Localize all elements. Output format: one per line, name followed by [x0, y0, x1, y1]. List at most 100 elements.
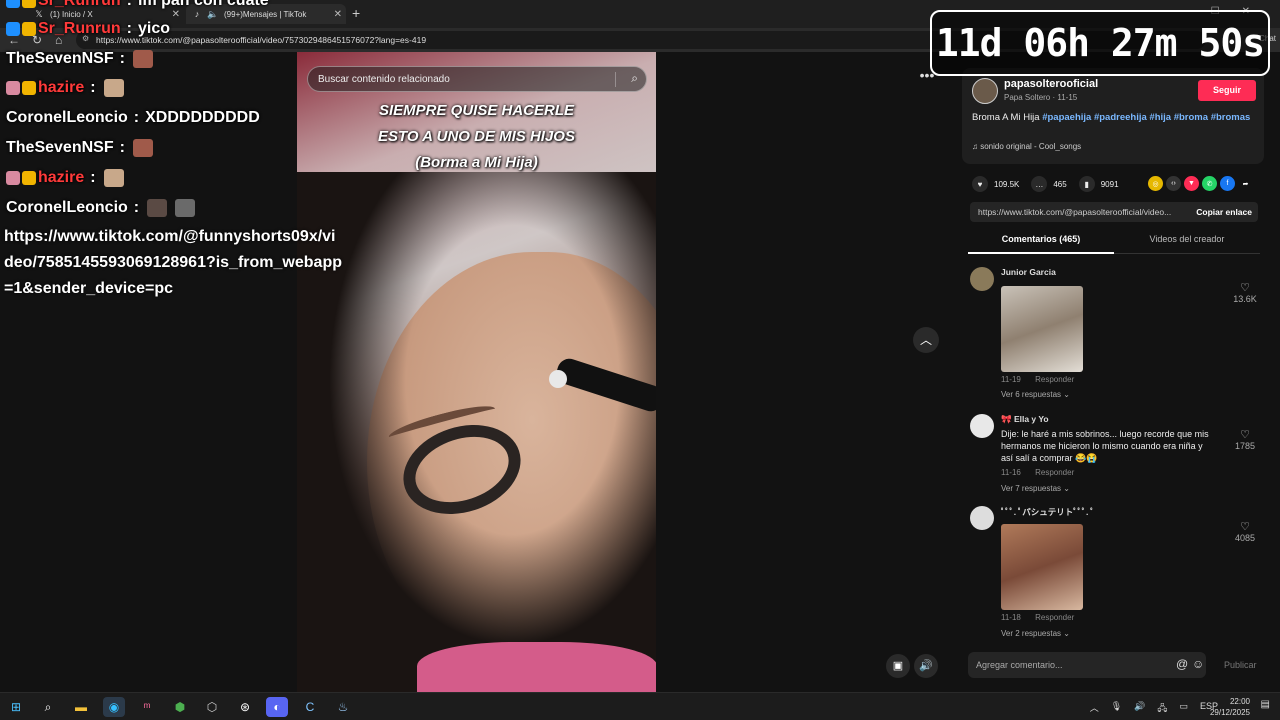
- comment-image[interactable]: [1001, 286, 1083, 372]
- stream-chat-overlay: Sr_Runrun : im pan con cuate Sr_Runrun :…: [0, 0, 342, 300]
- emoji-icon[interactable]: ☺: [1192, 657, 1204, 671]
- search-icon[interactable]: ⌕: [631, 71, 638, 86]
- comment-icon: …: [1031, 176, 1048, 192]
- music-note-icon: ♫: [972, 142, 978, 151]
- heart-icon: ♡: [1240, 521, 1250, 533]
- emote-icon: [175, 199, 196, 217]
- video-caption: SIEMPRE QUISE HACERLE ESTO A UNO DE MIS …: [378, 102, 575, 171]
- tab-creator-videos[interactable]: Videos del creador: [1114, 234, 1260, 244]
- emote-icon: [147, 199, 168, 217]
- mention-icon[interactable]: @: [1176, 657, 1188, 671]
- taskbar: ⊞ ⌕ ▬ ◉ ᵐ ⬢ ⬡ ⊛ ◐ C ♨ ︿ 🎙 🔊 🖧 ▭ ESP 22:0…: [0, 692, 1280, 720]
- app-icon[interactable]: ᵐ: [136, 697, 158, 717]
- search-icon[interactable]: ⌕: [37, 697, 59, 717]
- display-icon[interactable]: ▭: [1179, 701, 1188, 717]
- tab-comments[interactable]: Comentarios (465): [968, 234, 1114, 244]
- comment-author[interactable]: ﾟﾟﾟ. ﾟパシュテリトﾟﾟﾟ. ﾟ: [1001, 506, 1095, 518]
- save-button[interactable]: ▮ 9091: [1078, 176, 1119, 192]
- comment-like[interactable]: ♡ 4085: [1230, 520, 1260, 543]
- network-icon[interactable]: 🖧: [1157, 701, 1167, 717]
- view-replies-button[interactable]: Ver 7 respuestas ⌄: [1001, 484, 1070, 493]
- comment-like[interactable]: ♡ 13.6K: [1230, 281, 1260, 304]
- chevron-up-icon[interactable]: ︿: [1090, 701, 1099, 717]
- share-arrow-icon[interactable]: ➦: [1238, 176, 1253, 191]
- avatar[interactable]: [970, 506, 994, 530]
- microphone-icon[interactable]: 🎙: [1111, 701, 1122, 717]
- video-player[interactable]: Buscar contenido relacionado ⌕ SIEMPRE Q…: [297, 52, 656, 692]
- floating-player-button[interactable]: ▣: [886, 654, 910, 678]
- creator-subtitle: Papa Soltero · 11-15: [1004, 93, 1078, 102]
- reply-button[interactable]: Responder: [1035, 468, 1074, 477]
- emote-icon: [132, 139, 153, 157]
- comment-like[interactable]: ♡ 1785: [1230, 428, 1260, 451]
- related-search-input[interactable]: Buscar contenido relacionado ⌕: [307, 66, 647, 92]
- comment-image[interactable]: [1001, 524, 1083, 610]
- comment-input[interactable]: Agregar comentario... @ ☺: [968, 652, 1206, 678]
- windows-start-icon[interactable]: ⊞: [5, 697, 27, 717]
- engagement-stats: ♥ 109.5K … 465 ▮ 9091: [972, 176, 1131, 192]
- heart-icon: ♡: [1240, 429, 1250, 441]
- badge-icon: [22, 0, 36, 8]
- panel-tabs: Comentarios (465) Videos del creador: [968, 228, 1260, 254]
- view-replies-button[interactable]: Ver 6 respuestas ⌄: [1001, 390, 1070, 399]
- comment-meta: 11-19 Responder: [1001, 375, 1075, 384]
- heart-icon: ♥: [972, 176, 988, 192]
- share-link-text[interactable]: https://www.tiktok.com/@papasolterooffic…: [978, 207, 1178, 217]
- countdown-timer: 11d 06h 27m 50s: [930, 10, 1270, 76]
- view-replies-button[interactable]: Ver 2 respuestas ⌄: [1001, 629, 1070, 638]
- creator-username[interactable]: papasolterooficial: [1004, 78, 1098, 90]
- notification-icon[interactable]: ▤: [1261, 699, 1270, 710]
- discord-icon[interactable]: ◐: [266, 697, 288, 717]
- new-tab-button[interactable]: +: [352, 5, 360, 21]
- comment-item: Junior Garcia 11-19 Responder Ver 6 resp…: [970, 267, 1260, 399]
- browser-icon[interactable]: C: [299, 697, 321, 717]
- share-link-row: https://www.tiktok.com/@papasolterooffic…: [970, 202, 1258, 222]
- like-button[interactable]: ♥ 109.5K: [972, 176, 1019, 192]
- comment-item: 🎀 Ella y Yo Dije: le haré a mis sobrinos…: [970, 414, 1260, 494]
- comment-text: Dije: le haré a mis sobrinos... luego re…: [1001, 429, 1209, 463]
- chat-message: Sr_Runrun : im pan con cuate: [6, 0, 269, 10]
- crown-badge-icon: [22, 81, 36, 95]
- shield-app-icon[interactable]: ⬡: [201, 697, 223, 717]
- avatar[interactable]: [970, 414, 994, 438]
- sound-link[interactable]: ♫ sonido original - Cool_songs: [972, 142, 1081, 151]
- avatar[interactable]: [972, 78, 998, 104]
- whatsapp-icon[interactable]: ✆: [1202, 176, 1217, 191]
- obs-icon[interactable]: ⊛: [234, 697, 256, 717]
- facebook-icon[interactable]: f: [1220, 176, 1235, 191]
- comment-author[interactable]: 🎀 Ella y Yo: [1001, 414, 1049, 425]
- comment-meta: 11-18 Responder: [1001, 613, 1075, 622]
- file-explorer-icon[interactable]: ▬: [70, 697, 92, 717]
- comment-button[interactable]: … 465: [1031, 176, 1067, 192]
- follow-button[interactable]: Seguir: [1198, 80, 1256, 101]
- repost-icon[interactable]: ◎: [1148, 176, 1163, 191]
- reply-button[interactable]: Responder: [1035, 375, 1074, 384]
- system-tray: ︿ 🎙 🔊 🖧 ▭ ESP: [1090, 701, 1218, 717]
- avatar[interactable]: [970, 267, 994, 291]
- minecraft-icon[interactable]: ⬢: [169, 697, 191, 717]
- comment-item: ﾟﾟﾟ. ﾟパシュテリトﾟﾟﾟ. ﾟ 11-18 Responder Ver 2…: [970, 506, 1260, 638]
- comment-author[interactable]: Junior Garcia: [1001, 267, 1056, 277]
- badge-icon: [6, 81, 20, 95]
- share-buttons: ◎ ‹› ▼ ✆ f ➦: [1148, 176, 1253, 191]
- video-description: Broma A Mi Hija #papaehija #padreehija #…: [972, 112, 1251, 123]
- chat-message: TheSevenNSF :: [6, 139, 153, 157]
- chat-message: hazire :: [6, 169, 124, 187]
- clock[interactable]: 22:00 29/12/2025: [1210, 696, 1250, 718]
- previous-video-button[interactable]: ︿: [913, 327, 939, 353]
- reply-button[interactable]: Responder: [1035, 613, 1074, 622]
- emote-icon: [103, 79, 124, 97]
- send-icon[interactable]: ▼: [1184, 176, 1199, 191]
- bookmark-icon: ▮: [1078, 176, 1095, 192]
- chat-message: CoronelLeoncio : XDDDDDDDDD: [6, 109, 260, 126]
- volume-button[interactable]: 🔊: [914, 654, 938, 678]
- embed-icon[interactable]: ‹›: [1166, 176, 1181, 191]
- edge-browser-icon[interactable]: ◉: [103, 697, 125, 717]
- badge-icon: [6, 0, 20, 8]
- comment-meta: 11-16 Responder: [1001, 468, 1075, 477]
- copy-link-button[interactable]: Copiar enlace: [1196, 207, 1252, 217]
- publish-button[interactable]: Publicar: [1224, 660, 1257, 670]
- volume-icon[interactable]: 🔊: [1134, 701, 1145, 717]
- chat-url-message: https://www.tiktok.com/@funnyshorts09x/v…: [4, 228, 342, 297]
- steam-icon[interactable]: ♨: [332, 697, 354, 717]
